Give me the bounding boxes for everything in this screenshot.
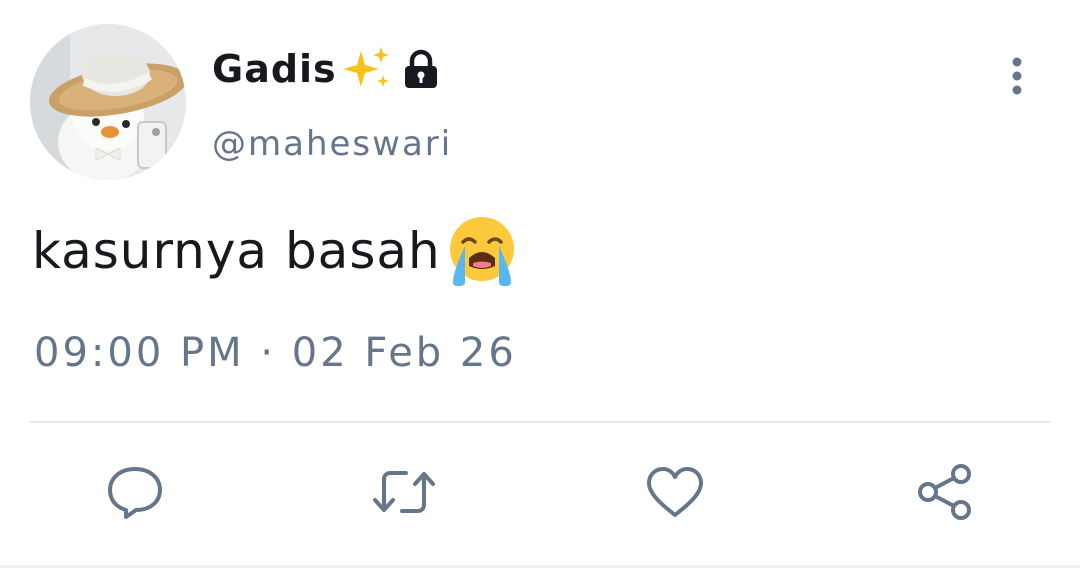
retweet-button[interactable] — [372, 460, 436, 524]
tweet-timestamp: 09:00 PM · 02 Feb 26 — [34, 330, 517, 376]
user-handle[interactable]: @maheswari — [212, 124, 452, 164]
name-row: Gadis — [212, 44, 443, 94]
retweet-icon — [373, 471, 435, 513]
reply-button[interactable] — [103, 460, 167, 524]
crying-face-icon — [445, 214, 519, 288]
lock-icon — [399, 47, 443, 91]
display-name[interactable]: Gadis — [212, 47, 337, 91]
heart-icon — [647, 467, 703, 517]
tweet-body: kasurnya basah — [32, 214, 519, 288]
more-vertical-icon — [1012, 57, 1022, 95]
share-icon — [918, 464, 971, 520]
share-button[interactable] — [913, 460, 977, 524]
sparkles-icon — [339, 45, 395, 93]
bottom-divider — [0, 565, 1080, 568]
comment-bubble-icon — [108, 467, 162, 519]
avatar[interactable] — [30, 24, 186, 180]
more-options-button[interactable] — [996, 52, 1038, 100]
avatar-image — [30, 24, 186, 180]
like-button[interactable] — [643, 460, 707, 524]
divider — [30, 421, 1050, 423]
tweet-text: kasurnya basah — [32, 222, 441, 280]
